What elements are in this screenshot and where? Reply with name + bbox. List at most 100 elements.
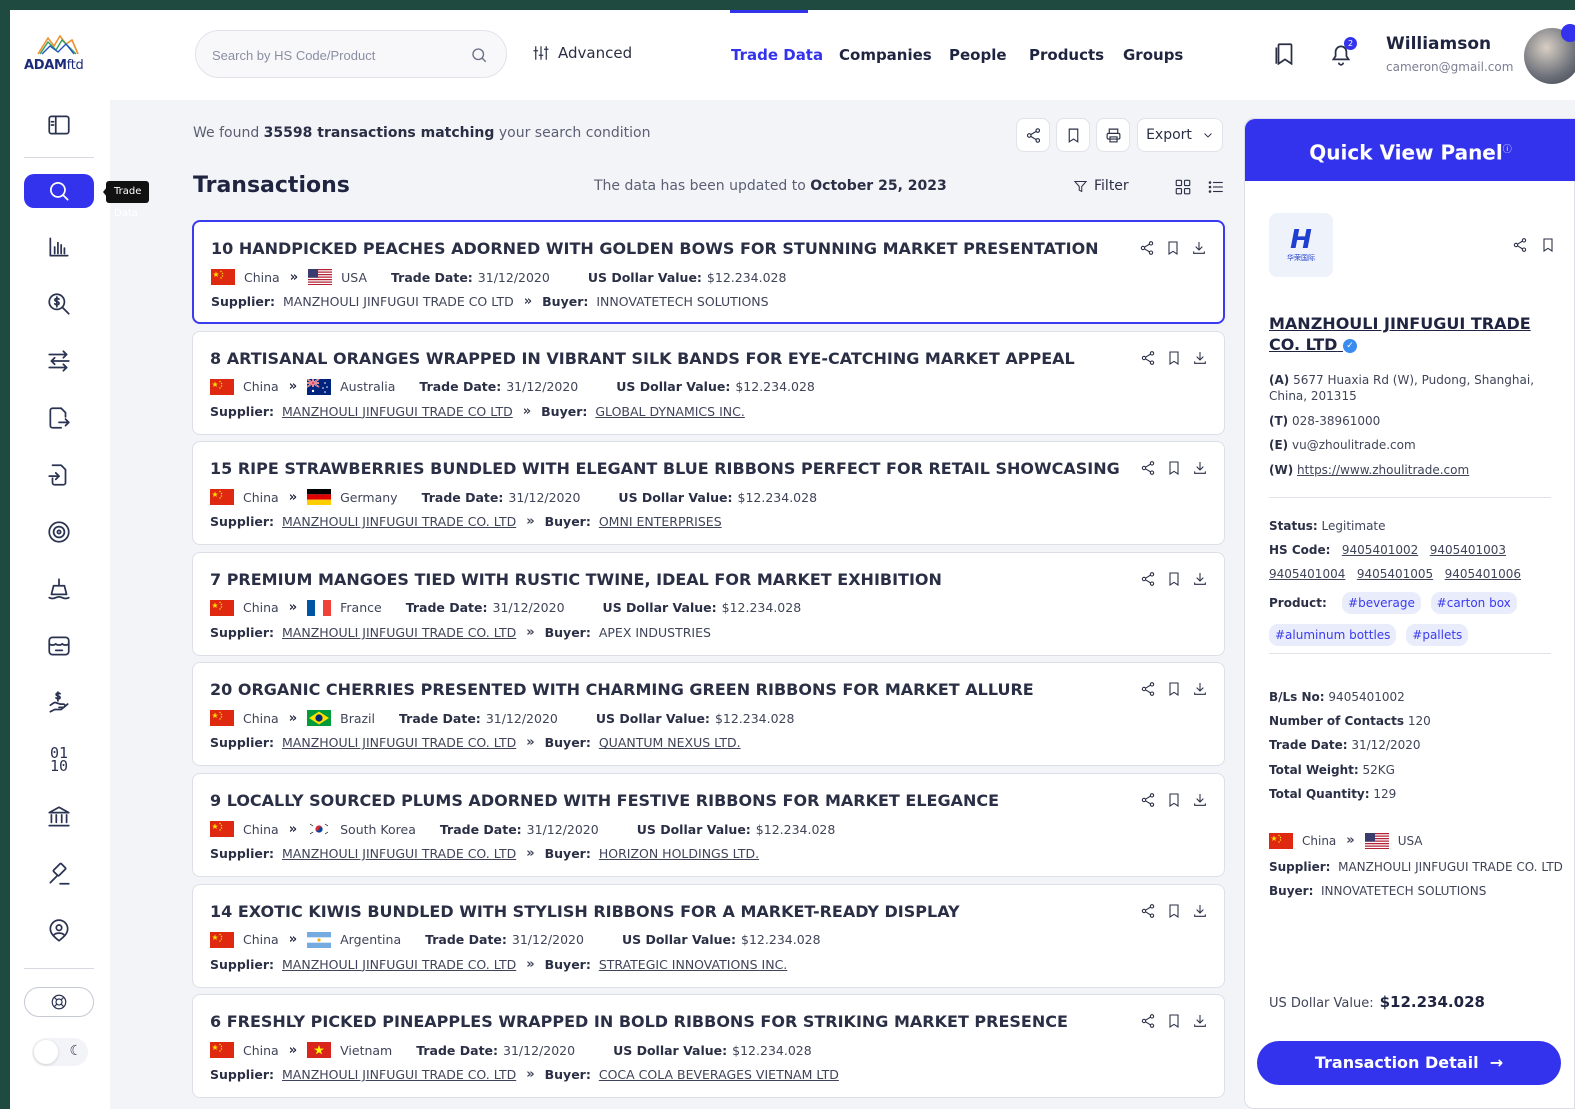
hs-code-link[interactable]: 9405401004: [1269, 567, 1345, 581]
sidebar-item-price-search[interactable]: [24, 287, 94, 321]
sidebar-item-shipping[interactable]: [24, 572, 94, 606]
supplier-link[interactable]: MANZHOULI JINFUGUI TRADE CO. LTD: [282, 514, 516, 529]
bookmark-icon[interactable]: [1166, 571, 1182, 587]
sidebar-item-targeting[interactable]: [24, 515, 94, 549]
transaction-title[interactable]: 8 ARTISANAL ORANGES WRAPPED IN VIBRANT S…: [210, 349, 1075, 368]
sidebar-item-contacts[interactable]: [24, 914, 94, 948]
bookmark-icon[interactable]: [1166, 903, 1182, 919]
print-button[interactable]: [1096, 118, 1130, 152]
share-icon[interactable]: [1140, 571, 1156, 587]
grid-view-icon[interactable]: [1174, 178, 1192, 196]
sidebar-item-store[interactable]: [24, 629, 94, 663]
transaction-card[interactable]: 20 ORGANIC CHERRIES PRESENTED WITH CHARM…: [192, 662, 1225, 767]
bookmark-icon[interactable]: [1165, 240, 1181, 256]
hs-code-link[interactable]: 9405401006: [1445, 567, 1521, 581]
list-view-icon[interactable]: [1207, 178, 1225, 196]
buyer-link[interactable]: COCA COLA BEVERAGES VIETNAM LTD: [599, 1067, 839, 1082]
download-icon[interactable]: [1191, 240, 1207, 256]
transaction-card[interactable]: 15 RIPE STRAWBERRIES BUNDLED WITH ELEGAN…: [192, 441, 1225, 546]
download-icon[interactable]: [1192, 571, 1208, 587]
download-icon[interactable]: [1192, 460, 1208, 476]
transaction-card[interactable]: 9 LOCALLY SOURCED PLUMS ADORNED WITH FES…: [192, 773, 1225, 877]
tab-groups[interactable]: Groups: [1123, 46, 1183, 64]
filter-button[interactable]: Filter: [1073, 178, 1129, 194]
download-icon[interactable]: [1192, 903, 1208, 919]
bookmarks-icon[interactable]: [1272, 40, 1298, 68]
hs-code-link[interactable]: 9405401002: [1342, 543, 1418, 557]
product-tag[interactable]: #aluminum bottles: [1269, 624, 1397, 646]
buyer-link[interactable]: OMNI ENTERPRISES: [599, 514, 722, 529]
transaction-card[interactable]: 10 HANDPICKED PEACHES ADORNED WITH GOLDE…: [192, 220, 1225, 324]
download-icon[interactable]: [1192, 792, 1208, 808]
hs-code-link[interactable]: 9405401003: [1430, 543, 1506, 557]
transaction-card[interactable]: 14 EXOTIC KIWIS BUNDLED WITH STYLISH RIB…: [192, 883, 1225, 988]
transaction-title[interactable]: 20 ORGANIC CHERRIES PRESENTED WITH CHARM…: [210, 680, 1034, 699]
buyer-link[interactable]: QUANTUM NEXUS LTD.: [599, 735, 741, 750]
transaction-title[interactable]: 15 RIPE STRAWBERRIES BUNDLED WITH ELEGAN…: [210, 459, 1120, 478]
buyer-link[interactable]: GLOBAL DYNAMICS INC.: [595, 404, 744, 419]
support-button[interactable]: [24, 987, 94, 1017]
download-icon[interactable]: [1192, 350, 1208, 366]
company-name-link[interactable]: MANZHOULI JINFUGUI TRADE CO. LTD ✓: [1269, 313, 1559, 355]
supplier-link[interactable]: MANZHOULI JINFUGUI TRADE CO LTD: [282, 404, 513, 419]
tab-trade-data[interactable]: Trade Data: [731, 46, 823, 64]
supplier-link[interactable]: MANZHOULI JINFUGUI TRADE CO. LTD: [282, 625, 516, 640]
bookmark-icon[interactable]: [1166, 1013, 1182, 1029]
transaction-detail-button[interactable]: Transaction Detail →: [1257, 1041, 1561, 1085]
share-button[interactable]: [1016, 118, 1050, 152]
info-icon[interactable]: ⓘ: [1503, 145, 1512, 155]
buyer-link[interactable]: STRATEGIC INNOVATIONS INC.: [599, 957, 787, 972]
product-tag[interactable]: #pallets: [1406, 624, 1469, 646]
sidebar-item-auction[interactable]: [24, 857, 94, 891]
sidebar-item-payments[interactable]: [24, 686, 94, 720]
share-icon[interactable]: [1139, 240, 1155, 256]
transaction-card[interactable]: 7 PREMIUM MANGOES TIED WITH RUSTIC TWINE…: [192, 551, 1225, 656]
search-box[interactable]: [195, 30, 507, 78]
advanced-search-button[interactable]: Advanced: [532, 44, 632, 62]
bookmark-icon[interactable]: [1166, 460, 1182, 476]
tab-products[interactable]: Products: [1029, 46, 1104, 64]
tab-companies[interactable]: Companies: [839, 46, 932, 64]
dark-mode-toggle[interactable]: ☾: [32, 1038, 88, 1066]
hs-code-link[interactable]: 9405401005: [1357, 567, 1433, 581]
notifications-icon[interactable]: 2: [1328, 37, 1357, 68]
buyer-link[interactable]: INNOVATETECH SOLUTIONS: [596, 294, 768, 309]
sidebar-item-bank[interactable]: [24, 800, 94, 834]
supplier-link[interactable]: MANZHOULI JINFUGUI TRADE CO. LTD: [282, 957, 516, 972]
bookmark-icon[interactable]: [1166, 350, 1182, 366]
supplier-link[interactable]: MANZHOULI JINFUGUI TRADE CO. LTD: [282, 735, 516, 750]
transaction-title[interactable]: 6 FRESHLY PICKED PINEAPPLES WRAPPED IN B…: [210, 1012, 1068, 1031]
download-icon[interactable]: [1192, 1013, 1208, 1029]
supplier-link[interactable]: MANZHOULI JINFUGUI TRADE CO LTD: [283, 294, 514, 309]
product-tag[interactable]: #carton box: [1430, 592, 1517, 614]
download-icon[interactable]: [1192, 681, 1208, 697]
logo[interactable]: ADAMftd: [24, 32, 96, 76]
product-tag[interactable]: #beverage: [1342, 592, 1421, 614]
supplier-link[interactable]: MANZHOULI JINFUGUI TRADE CO. LTD: [282, 1067, 516, 1082]
transaction-title[interactable]: 10 HANDPICKED PEACHES ADORNED WITH GOLDE…: [211, 239, 1099, 258]
sidebar-item-analytics[interactable]: [24, 230, 94, 264]
transaction-title[interactable]: 9 LOCALLY SOURCED PLUMS ADORNED WITH FES…: [210, 791, 999, 810]
sidebar-item-import-docs[interactable]: [24, 458, 94, 492]
share-icon[interactable]: [1140, 460, 1156, 476]
buyer-link[interactable]: APEX INDUSTRIES: [599, 625, 711, 640]
share-icon[interactable]: [1140, 1013, 1156, 1029]
bookmark-icon[interactable]: [1540, 237, 1556, 253]
user-name[interactable]: Williamson: [1386, 34, 1491, 54]
transaction-title[interactable]: 14 EXOTIC KIWIS BUNDLED WITH STYLISH RIB…: [210, 902, 960, 921]
bookmark-icon[interactable]: [1166, 792, 1182, 808]
buyer-link[interactable]: HORIZON HOLDINGS LTD.: [599, 846, 759, 861]
share-icon[interactable]: [1140, 903, 1156, 919]
supplier-link[interactable]: MANZHOULI JINFUGUI TRADE CO. LTD: [282, 846, 516, 861]
search-icon[interactable]: [470, 46, 488, 64]
transaction-title[interactable]: 7 PREMIUM MANGOES TIED WITH RUSTIC TWINE…: [210, 570, 942, 589]
share-icon[interactable]: [1512, 237, 1528, 253]
website-link[interactable]: https://www.zhoulitrade.com: [1297, 463, 1469, 477]
share-icon[interactable]: [1140, 681, 1156, 697]
share-icon[interactable]: [1140, 792, 1156, 808]
sidebar-item-trade-data[interactable]: [24, 174, 94, 208]
search-input[interactable]: [212, 45, 462, 65]
transaction-card[interactable]: 8 ARTISANAL ORANGES WRAPPED IN VIBRANT S…: [192, 330, 1225, 435]
transaction-card[interactable]: 6 FRESHLY PICKED PINEAPPLES WRAPPED IN B…: [192, 994, 1225, 1099]
save-search-button[interactable]: [1056, 118, 1090, 152]
